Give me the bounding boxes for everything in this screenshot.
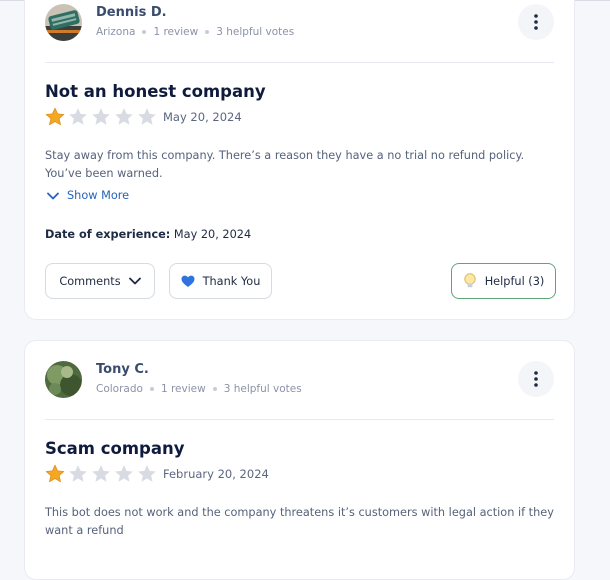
review-card: Dennis D. Arizona 1 review 3 helpful votes… bbox=[24, 0, 575, 320]
more-vertical-icon bbox=[534, 14, 538, 30]
star-icon bbox=[45, 464, 65, 483]
review-date: February 20, 2024 bbox=[163, 467, 269, 481]
header-divider bbox=[45, 419, 554, 420]
show-more-link[interactable]: Show More bbox=[47, 189, 129, 202]
review-title: Scam company bbox=[45, 439, 185, 458]
reviewer-review-count: 1 review bbox=[160, 383, 206, 395]
review-body: Stay away from this company. There’s a r… bbox=[45, 149, 525, 180]
reviewer-name[interactable]: Tony C. bbox=[96, 362, 149, 377]
chevron-down-icon bbox=[47, 192, 59, 199]
comments-label: Comments bbox=[59, 274, 121, 288]
star-icon bbox=[45, 107, 65, 126]
more-options-button[interactable] bbox=[518, 4, 554, 40]
header-divider bbox=[45, 62, 554, 63]
experience-label: Date of experience: bbox=[45, 228, 171, 241]
reviewer-location: Arizona bbox=[96, 26, 136, 38]
reviewer-review-count: 1 review bbox=[153, 26, 199, 38]
helpful-button[interactable]: Helpful (3) bbox=[451, 263, 556, 299]
star-icon bbox=[92, 108, 110, 125]
star-rating bbox=[45, 107, 157, 127]
reviewer-helpful-votes: 3 helpful votes bbox=[223, 383, 302, 395]
star-icon bbox=[92, 465, 110, 482]
reviewer-helpful-votes: 3 helpful votes bbox=[216, 26, 295, 38]
show-more-label: Show More bbox=[67, 189, 130, 202]
review-title: Not an honest company bbox=[45, 82, 266, 101]
experience-date: May 20, 2024 bbox=[173, 228, 252, 241]
star-icon bbox=[138, 108, 156, 125]
date-of-experience: Date of experience: May 20, 2024 bbox=[45, 228, 251, 241]
separator-dot bbox=[205, 30, 210, 34]
comments-button[interactable]: Comments bbox=[45, 263, 155, 299]
avatar bbox=[45, 4, 82, 41]
review-card: Tony C. Colorado 1 review 3 helpful votes … bbox=[24, 340, 575, 580]
separator-dot bbox=[212, 387, 217, 391]
review-date: May 20, 2024 bbox=[163, 110, 242, 124]
star-icon bbox=[69, 108, 87, 125]
more-vertical-icon bbox=[534, 371, 538, 387]
star-icon bbox=[115, 108, 133, 125]
thank-you-button[interactable]: Thank You bbox=[169, 263, 272, 299]
thank-you-label: Thank You bbox=[202, 274, 261, 288]
review-body: This bot does not work and the company t… bbox=[45, 506, 554, 537]
star-icon bbox=[138, 465, 156, 482]
helpful-label: Helpful (3) bbox=[484, 274, 545, 288]
separator-dot bbox=[149, 387, 154, 391]
star-rating bbox=[45, 464, 157, 484]
blue-heart-icon bbox=[181, 275, 195, 287]
separator-dot bbox=[142, 30, 147, 34]
lightbulb-icon bbox=[463, 273, 476, 288]
reviewer-meta: Colorado 1 review 3 helpful votes bbox=[96, 383, 302, 395]
reviewer-location: Colorado bbox=[96, 383, 143, 395]
reviewer-name[interactable]: Dennis D. bbox=[96, 5, 167, 20]
reviewer-meta: Arizona 1 review 3 helpful votes bbox=[96, 26, 294, 38]
star-icon bbox=[69, 465, 87, 482]
star-icon bbox=[115, 465, 133, 482]
chevron-down-icon bbox=[128, 277, 141, 285]
more-options-button[interactable] bbox=[518, 361, 554, 397]
avatar bbox=[45, 361, 82, 398]
